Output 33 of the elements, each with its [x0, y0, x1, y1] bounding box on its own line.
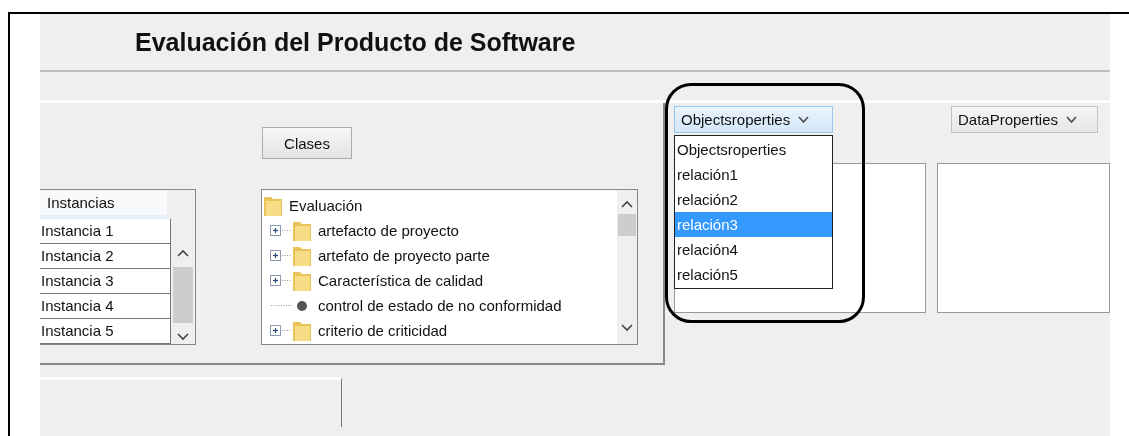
- expand-icon[interactable]: [270, 325, 292, 336]
- caret-icon: [798, 116, 810, 123]
- tree-item[interactable]: artefato de proyecto parte: [318, 247, 490, 264]
- caret-icon: [1066, 116, 1078, 123]
- expand-icon[interactable]: [270, 275, 292, 286]
- folder-icon: [292, 269, 312, 292]
- scroll-down-icon[interactable]: [177, 333, 189, 341]
- window-title: Evaluación del Producto de Software: [135, 27, 576, 57]
- instance-item[interactable]: Instancia 1: [40, 219, 171, 244]
- tree-item[interactable]: Característica de calidad: [318, 272, 484, 289]
- folder-icon: [292, 319, 312, 342]
- scroll-up-icon[interactable]: [621, 200, 633, 208]
- tree-item[interactable]: criterio de criticidad: [318, 322, 448, 339]
- column-header: Instancias: [40, 190, 167, 219]
- classes-button[interactable]: Clases: [262, 127, 352, 159]
- scroll-up-icon[interactable]: [177, 249, 189, 257]
- tree-item[interactable]: Evaluación: [289, 197, 363, 214]
- instance-item[interactable]: Instancia 5: [40, 319, 171, 344]
- tree-item[interactable]: control de estado de no conformidad: [318, 297, 562, 314]
- tree-item[interactable]: artefacto de proyecto: [318, 222, 459, 239]
- scroll-down-icon[interactable]: [621, 324, 633, 332]
- expand-icon[interactable]: [270, 225, 292, 236]
- folder-icon: [292, 244, 312, 267]
- scrollbar-thumb[interactable]: [173, 267, 193, 323]
- instance-item[interactable]: Instancia 4: [40, 294, 171, 319]
- object-properties-dropdown[interactable]: Objectsroperties: [674, 106, 833, 133]
- instance-item[interactable]: Instancia 3: [40, 269, 171, 294]
- folder-icon: [263, 194, 283, 217]
- instance-item[interactable]: Instancia 2: [40, 244, 171, 269]
- scrollbar-thumb[interactable]: [618, 214, 636, 236]
- expand-icon[interactable]: [270, 250, 292, 261]
- data-properties-dropdown[interactable]: DataProperties: [951, 106, 1098, 133]
- folder-icon: [292, 219, 312, 242]
